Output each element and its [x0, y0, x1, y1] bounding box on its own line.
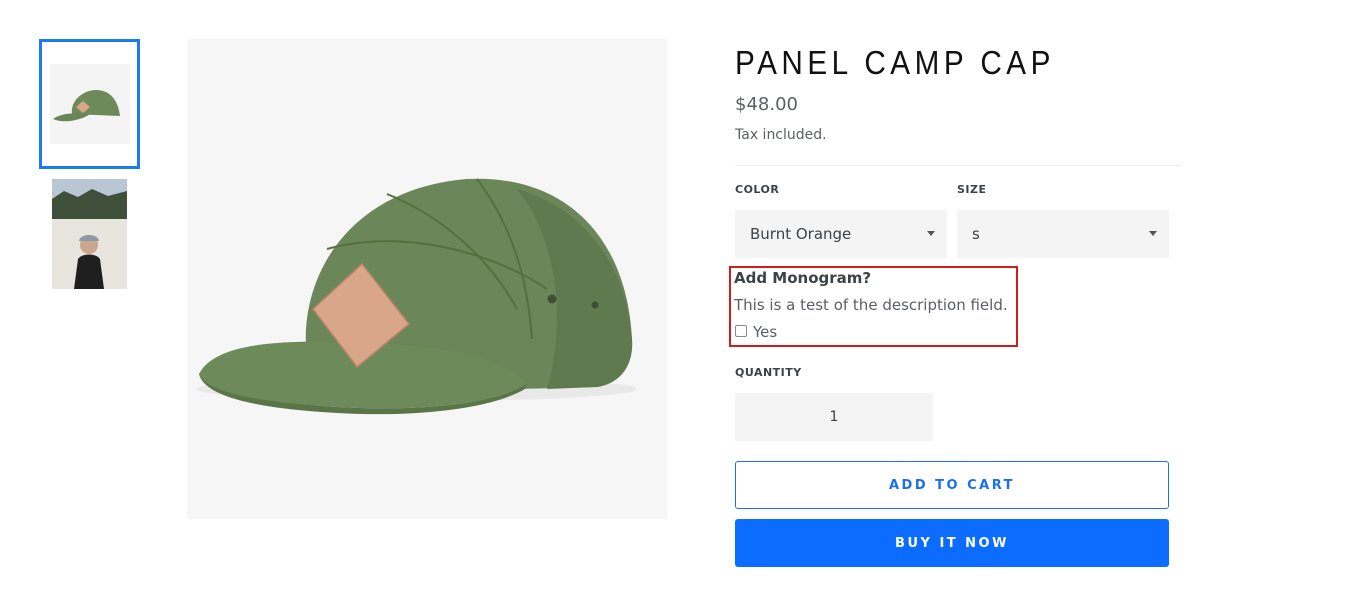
size-select-value: s: [972, 225, 980, 243]
monogram-checkbox[interactable]: [735, 325, 747, 337]
quantity-label: QUANTITY: [735, 366, 802, 379]
cap-image: [197, 178, 637, 415]
product-main-image[interactable]: [187, 39, 667, 519]
color-label: COLOR: [735, 183, 780, 196]
thumbnail-cap-front[interactable]: [39, 39, 140, 169]
quantity-value: 1: [829, 409, 839, 425]
lifestyle-thumbnail-image: [52, 179, 127, 289]
size-label: SIZE: [957, 183, 987, 196]
monogram-checkbox-label[interactable]: Yes: [753, 323, 777, 341]
color-select[interactable]: Burnt Orange: [735, 210, 947, 258]
divider: [735, 165, 1180, 166]
product-price: $48.00: [735, 94, 798, 115]
monogram-description: This is a test of the description field.: [734, 296, 1008, 314]
thumbnail-lifestyle[interactable]: [52, 179, 127, 289]
cap-thumbnail-image: [49, 64, 130, 144]
size-select[interactable]: s: [957, 210, 1169, 258]
product-title: PANEL CAMP CAP: [735, 44, 1055, 81]
buy-now-button[interactable]: BUY IT NOW: [735, 519, 1169, 567]
color-select-value: Burnt Orange: [750, 225, 852, 243]
add-to-cart-button[interactable]: ADD TO CART: [735, 461, 1169, 509]
monogram-title: Add Monogram?: [734, 269, 872, 287]
chevron-down-icon: [927, 231, 935, 236]
tax-note: Tax included.: [735, 127, 827, 143]
chevron-down-icon: [1149, 231, 1157, 236]
quantity-input[interactable]: 1: [735, 393, 933, 441]
